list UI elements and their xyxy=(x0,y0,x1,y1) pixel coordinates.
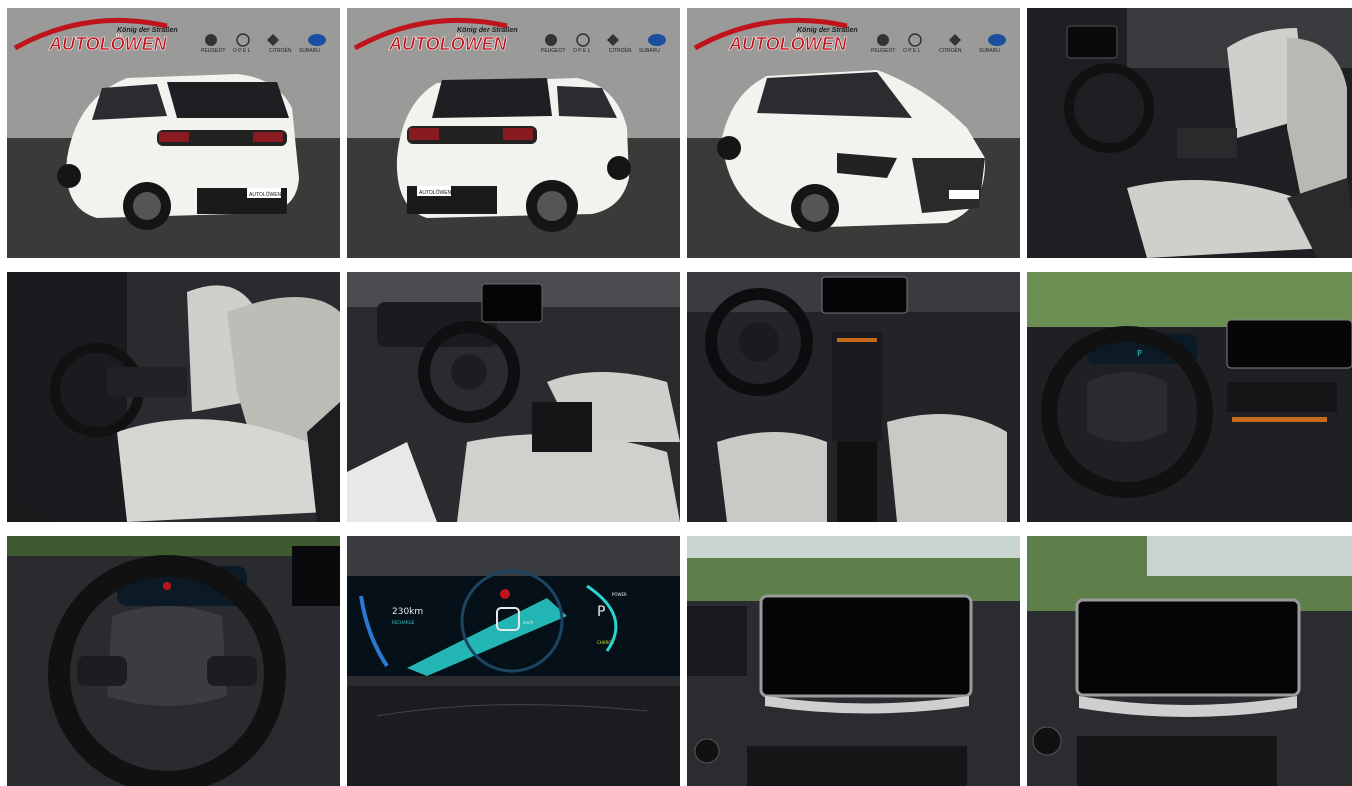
dealer-slogan: König der Straßen xyxy=(797,27,858,34)
brand-opel: O P E L xyxy=(903,48,921,54)
photo-instrument-cluster[interactable]: 230km RECHARGE km/h P POWER CHARGE xyxy=(347,536,680,786)
brand-citroen: CITROËN xyxy=(609,47,632,54)
license-plate xyxy=(949,190,979,199)
svg-text:AUTOLÖWEN: AUTOLÖWEN xyxy=(419,189,452,196)
photo-steering-screen[interactable]: P xyxy=(1027,272,1352,522)
photo-dashboard-center[interactable] xyxy=(687,272,1020,522)
brand-subaru: SUBARU xyxy=(639,48,660,54)
brand-opel: O P E L xyxy=(573,48,591,54)
brand-opel: O P E L xyxy=(233,48,251,54)
dealer-logo-text: AUTOLÖWEN xyxy=(728,34,848,54)
brand-subaru: SUBARU xyxy=(299,48,320,54)
photo-rear-right-image: König der Straßen AUTOLÖWEN PEUGEOT O P … xyxy=(347,8,680,258)
photo-infotainment-front-image xyxy=(1027,536,1352,786)
photo-dashboard-center-image xyxy=(687,272,1020,522)
photo-infotainment-left-image xyxy=(687,536,1020,786)
photo-cockpit[interactable] xyxy=(347,272,680,522)
brand-peugeot: PEUGEOT xyxy=(871,48,895,54)
photo-steering-wheel[interactable] xyxy=(7,536,340,786)
photo-rear-left[interactable]: König der Straßen AUTOLÖWEN PEUGEOT O P … xyxy=(7,8,340,258)
dealer-logo-text: AUTOLÖWEN xyxy=(388,34,508,54)
photo-driver-seat[interactable] xyxy=(1027,8,1352,258)
svg-text:AUTOLÖWEN: AUTOLÖWEN xyxy=(249,191,282,198)
cluster-mode-power: POWER xyxy=(612,592,627,597)
photo-steering-screen-image: P xyxy=(1027,272,1352,522)
cluster-range: 230km xyxy=(392,607,423,617)
photo-seat-side-image xyxy=(7,272,340,522)
brand-citroen: CITROËN xyxy=(269,47,292,54)
brand-peugeot: PEUGEOT xyxy=(201,48,225,54)
photo-front[interactable]: König der Straßen AUTOLÖWEN PEUGEOT O P … xyxy=(687,8,1020,258)
cluster-gear: P xyxy=(597,604,605,620)
photo-infotainment-front[interactable] xyxy=(1027,536,1352,786)
photo-rear-left-image: König der Straßen AUTOLÖWEN PEUGEOT O P … xyxy=(7,8,340,258)
dealer-logo-text: AUTOLÖWEN xyxy=(48,34,168,54)
cluster-range-label: RECHARGE xyxy=(392,620,415,625)
photo-cockpit-image xyxy=(347,272,680,522)
photo-infotainment-left[interactable] xyxy=(687,536,1020,786)
cluster-speed-unit: km/h xyxy=(523,620,534,625)
mini-cluster-text: P xyxy=(1137,349,1142,358)
photo-instrument-cluster-image: 230km RECHARGE km/h P POWER CHARGE xyxy=(347,536,680,786)
photo-seat-side[interactable] xyxy=(7,272,340,522)
brand-subaru: SUBARU xyxy=(979,48,1000,54)
brand-citroen: CITROËN xyxy=(939,47,962,54)
photo-front-image: König der Straßen AUTOLÖWEN PEUGEOT O P … xyxy=(687,8,1020,258)
photo-driver-seat-image xyxy=(1027,8,1352,258)
photo-gallery: König der Straßen AUTOLÖWEN PEUGEOT O P … xyxy=(0,0,1352,786)
dealer-slogan: König der Straßen xyxy=(457,27,518,34)
photo-steering-wheel-image xyxy=(7,536,340,786)
brand-peugeot: PEUGEOT xyxy=(541,48,565,54)
dealer-slogan: König der Straßen xyxy=(117,27,178,34)
photo-rear-right[interactable]: König der Straßen AUTOLÖWEN PEUGEOT O P … xyxy=(347,8,680,258)
